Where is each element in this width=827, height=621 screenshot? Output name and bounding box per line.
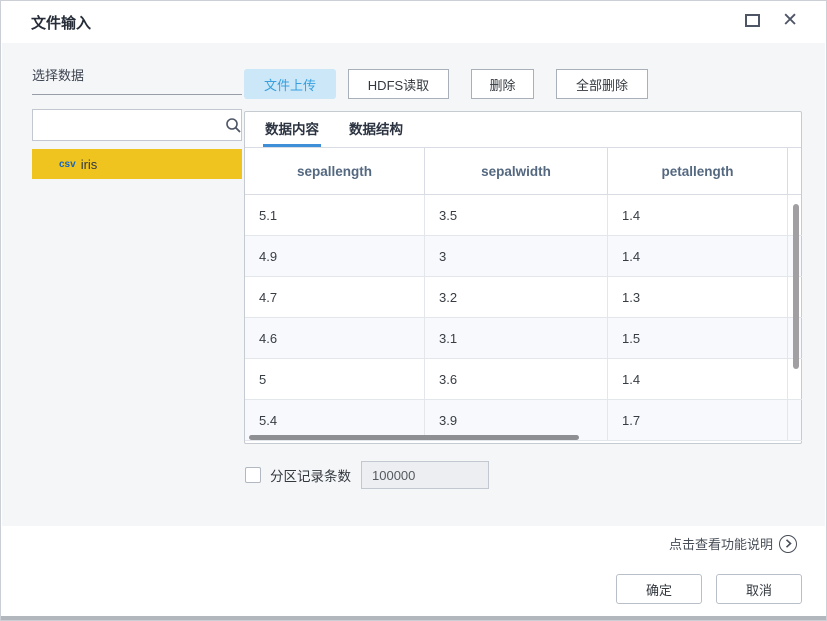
table-row: 4.7 3.2 1.3: [245, 277, 802, 318]
table-cell: 5.1: [245, 195, 425, 236]
table-cell: 1.4: [608, 195, 788, 236]
table-cell: 3.6: [425, 359, 608, 400]
dataset-item-iris[interactable]: csv iris: [32, 149, 242, 179]
column-header: petallength: [608, 148, 788, 195]
close-icon[interactable]: ✕: [782, 11, 798, 30]
table-cell: 3.1: [425, 318, 608, 359]
table-row: 4.6 3.1 1.5: [245, 318, 802, 359]
table-row: 5 3.6 1.4: [245, 359, 802, 400]
table-cell: 1.5: [608, 318, 788, 359]
table-cell: 4.7: [245, 277, 425, 318]
table-cell-partial: [788, 400, 802, 441]
help-link-text: 点击查看功能说明: [668, 537, 773, 552]
table-cell: 1.3: [608, 277, 788, 318]
table-cell: 3.5: [425, 195, 608, 236]
table-cell: 3: [425, 236, 608, 277]
dialog-title: 文件输入: [31, 15, 92, 32]
data-panel: 数据内容 数据结构 sepallength sepalwidth petalle…: [244, 111, 802, 444]
table-cell: 1.7: [608, 400, 788, 441]
maximize-icon[interactable]: [745, 14, 761, 27]
table-row: 5.1 3.5 1.4: [245, 195, 802, 236]
partition-row: 分区记录条数: [245, 461, 489, 489]
dataset-name: iris: [80, 156, 98, 172]
table-body: 5.1 3.5 1.4 4.9 3 1.4 4.7 3.2 1.3 4.6 3.…: [245, 195, 802, 441]
ok-button[interactable]: 确定: [616, 574, 702, 604]
chevron-right-circle-icon: [779, 534, 797, 553]
select-data-label: 选择数据: [32, 65, 242, 95]
file-upload-button[interactable]: 文件上传: [244, 69, 336, 99]
dialog-body: 选择数据 csv iris 文件上传 HDFS读取 删除 全部删除 数据内容 数…: [2, 43, 825, 526]
horizontal-scrollbar[interactable]: [249, 435, 579, 440]
hdfs-read-button[interactable]: HDFS读取: [348, 69, 449, 99]
table-cell: 1.4: [608, 359, 788, 400]
titlebar: 文件输入 ✕: [1, 1, 826, 43]
table-cell: 1.4: [608, 236, 788, 277]
tab-data-content[interactable]: 数据内容: [263, 112, 321, 147]
file-input-dialog: 文件输入 ✕ 选择数据 csv iris 文件上传 HDFS读取 删除 全部删除…: [0, 0, 827, 621]
tab-bar: 数据内容 数据结构: [245, 112, 801, 148]
column-header-partial: [788, 148, 801, 195]
partition-checkbox[interactable]: [245, 467, 261, 483]
cancel-button[interactable]: 取消: [716, 574, 802, 604]
vertical-scrollbar[interactable]: [793, 204, 799, 369]
search-box: [32, 109, 242, 141]
column-header: sepallength: [245, 148, 425, 195]
window-controls: ✕: [745, 11, 798, 30]
column-header: sepalwidth: [425, 148, 608, 195]
csv-type-badge: csv: [59, 158, 76, 170]
tab-data-structure[interactable]: 数据结构: [347, 112, 405, 147]
table-row: 4.9 3 1.4: [245, 236, 802, 277]
search-icon[interactable]: [225, 117, 242, 134]
table-cell: 5: [245, 359, 425, 400]
partition-count-input[interactable]: [361, 461, 489, 489]
table-cell: 4.9: [245, 236, 425, 277]
partition-label: 分区记录条数: [270, 469, 351, 484]
help-link[interactable]: 点击查看功能说明: [669, 534, 797, 553]
table-cell: 4.6: [245, 318, 425, 359]
delete-all-button[interactable]: 全部删除: [556, 69, 648, 99]
table-header: sepallength sepalwidth petallength: [245, 148, 801, 195]
toolbar: 文件上传 HDFS读取 删除 全部删除: [244, 69, 648, 99]
table-cell: 3.2: [425, 277, 608, 318]
delete-button[interactable]: 删除: [471, 69, 534, 99]
window-bottom-edge: [1, 616, 826, 620]
dialog-footer: 点击查看功能说明 确定 取消: [2, 526, 825, 617]
search-input[interactable]: [33, 110, 225, 140]
